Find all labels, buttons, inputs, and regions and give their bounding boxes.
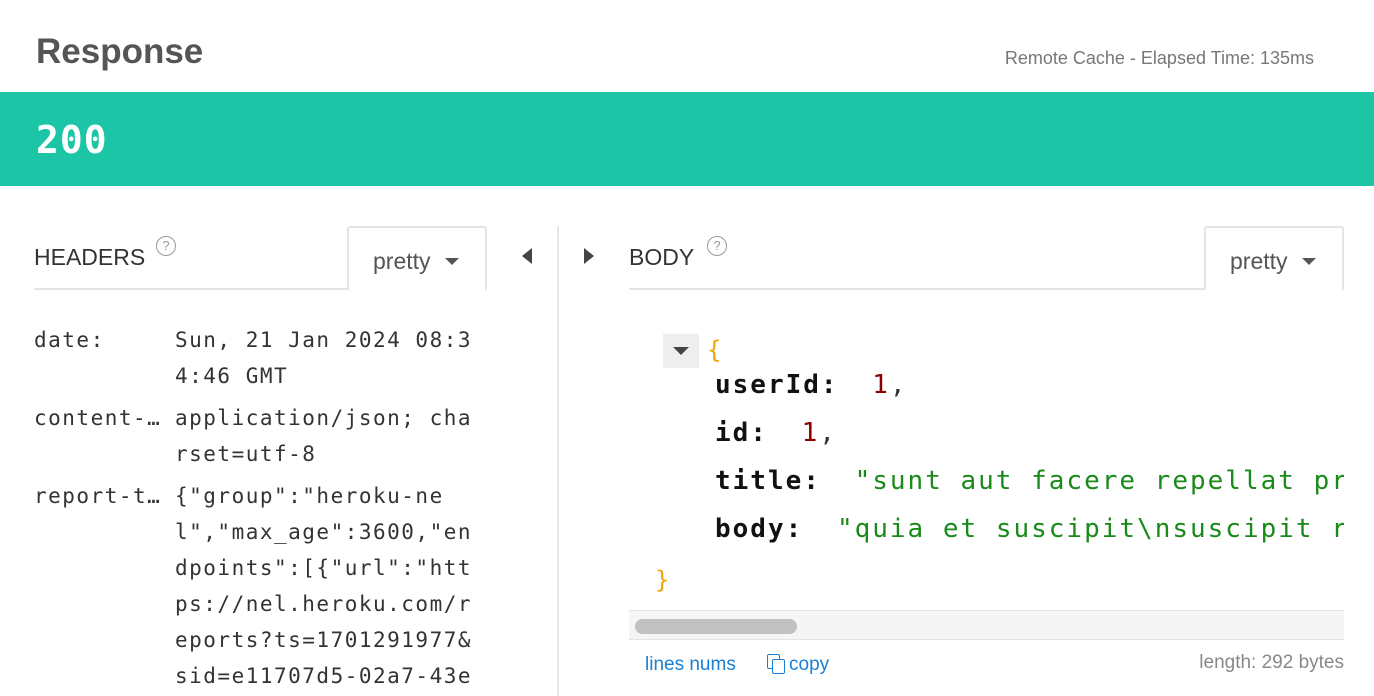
header-key: content-…	[34, 406, 162, 430]
json-line: userId: 1,	[715, 370, 908, 400]
headers-label: HEADERS	[34, 244, 146, 270]
json-key: body:	[715, 514, 804, 544]
scrollbar-thumb[interactable]	[635, 619, 797, 634]
headers-pane: HEADERS ? pretty date: Sun, 21 Jan 2024 …	[34, 226, 487, 696]
body-label: BODY	[629, 244, 695, 270]
question-circle-icon[interactable]: ?	[707, 236, 727, 256]
headers-format-value: pretty	[373, 248, 431, 274]
json-key: userId:	[715, 370, 839, 400]
json-open-brace: {	[707, 336, 722, 364]
pane-divider[interactable]	[557, 226, 559, 696]
header-row: date: Sun, 21 Jan 2024 08:34:46 GMT	[34, 322, 487, 394]
page-title: Response	[36, 32, 204, 71]
json-line: id: 1,	[715, 418, 837, 448]
triangle-right-icon[interactable]	[584, 248, 594, 264]
json-comma: ,	[819, 418, 837, 448]
copy-link[interactable]: copy	[767, 654, 829, 676]
caret-down-icon	[673, 347, 689, 355]
body-pane: BODY ? pretty { userId: 1, id: 1, title:…	[629, 226, 1344, 696]
json-viewer: { userId: 1, id: 1, title: "sunt aut fac…	[629, 334, 1344, 610]
json-close-brace: }	[655, 566, 670, 594]
header-value: Sun, 21 Jan 2024 08:34:46 GMT	[175, 328, 473, 388]
header-row: content-… application/json; charset=utf-…	[34, 400, 487, 472]
json-value: "sunt aut facere repellat prov	[854, 466, 1344, 496]
headers-pane-header: HEADERS ? pretty	[34, 226, 487, 290]
body-pane-header: BODY ? pretty	[629, 226, 1344, 290]
header-row: report-t… {"group":"heroku-nel","max_age…	[34, 478, 487, 694]
json-key: id:	[715, 418, 768, 448]
lines-nums-link[interactable]: lines nums	[645, 654, 736, 676]
header-value: application/json; charset=utf-8	[175, 406, 473, 466]
body-footer: lines nums copy length: 292 bytes	[629, 652, 1344, 682]
chevron-down-icon	[445, 258, 459, 265]
response-header: Response Remote Cache - Elapsed Time: 13…	[0, 0, 1374, 92]
headers-format-select[interactable]: pretty	[347, 226, 487, 290]
json-value: 1	[801, 418, 820, 448]
horizontal-scrollbar[interactable]	[629, 610, 1344, 640]
body-format-value: pretty	[1230, 248, 1288, 274]
header-key: date:	[34, 328, 105, 352]
body-format-select[interactable]: pretty	[1204, 226, 1344, 290]
json-value: 1	[872, 370, 890, 400]
status-bar: 200	[0, 92, 1374, 186]
question-circle-icon[interactable]: ?	[156, 236, 176, 256]
json-comma: ,	[889, 370, 908, 400]
header-key: report-t…	[34, 484, 162, 508]
headers-table: date: Sun, 21 Jan 2024 08:34:46 GMT cont…	[34, 322, 487, 696]
body-length: length: 292 bytes	[1199, 652, 1344, 673]
status-code: 200	[36, 118, 108, 162]
triangle-left-icon[interactable]	[522, 248, 532, 264]
copy-label: copy	[789, 654, 830, 675]
json-key: title:	[715, 466, 821, 496]
json-value: "quia et suscipit\nsuscipit rec	[836, 514, 1344, 544]
copy-icon	[767, 654, 785, 674]
chevron-down-icon	[1302, 258, 1316, 265]
header-value: {"group":"heroku-nel","max_age":3600,"en…	[175, 484, 473, 688]
elapsed-time-meta: Remote Cache - Elapsed Time: 135ms	[1004, 48, 1314, 68]
collapse-toggle[interactable]	[663, 334, 699, 368]
json-line: title: "sunt aut facere repellat prov	[715, 466, 1344, 496]
json-line: body: "quia et suscipit\nsuscipit rec	[715, 514, 1344, 544]
